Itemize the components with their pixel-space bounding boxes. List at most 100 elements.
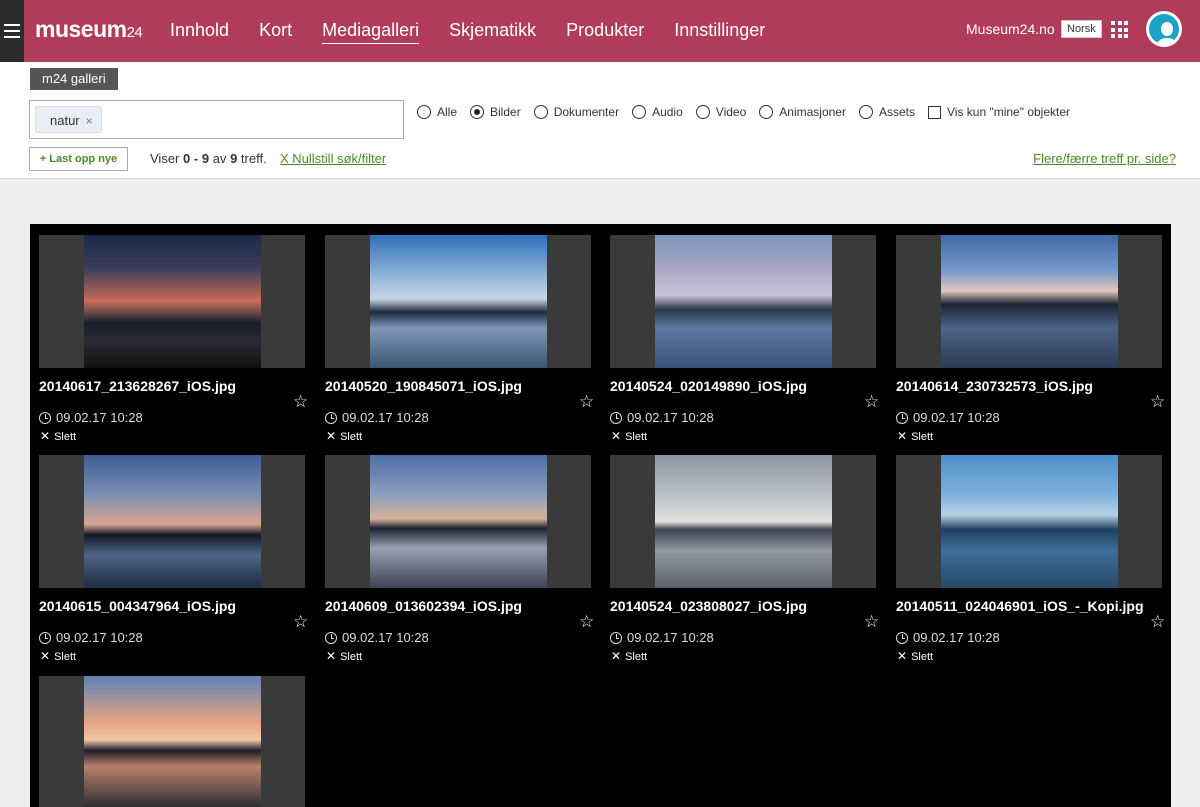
file-date: 09.02.17 10:28	[896, 630, 1000, 645]
gallery-card[interactable]	[39, 676, 305, 807]
file-name: 20140617_213628267_iOS.jpg	[39, 378, 236, 394]
media-gallery: 20140617_213628267_iOS.jpg ☆ 09.02.17 10…	[30, 224, 1171, 807]
thumbnail[interactable]	[325, 455, 591, 588]
gallery-card[interactable]: 20140524_020149890_iOS.jpg ☆ 09.02.17 10…	[610, 235, 879, 443]
gallery-card[interactable]: 20140614_230732573_iOS.jpg ☆ 09.02.17 10…	[896, 235, 1165, 443]
nav-item-kort[interactable]: Kort	[244, 0, 307, 62]
filter-dokumenter[interactable]: Dokumenter	[533, 105, 619, 119]
star-outline-icon[interactable]: ☆	[1150, 613, 1165, 630]
site-link[interactable]: Museum24.no	[966, 21, 1055, 37]
clock-icon	[39, 411, 51, 424]
nav-item-mediagalleri[interactable]: Mediagalleri	[307, 0, 434, 62]
thumbnail[interactable]	[896, 455, 1162, 588]
close-icon: ✕	[897, 429, 908, 443]
gallery-card[interactable]: 20140520_190845071_iOS.jpg ☆ 09.02.17 10…	[325, 235, 594, 443]
photo	[655, 235, 832, 368]
gallery-card[interactable]: 20140511_024046901_iOS_-_Kopi.jpg ☆ 09.0…	[896, 455, 1165, 663]
search-chip[interactable]: natur ×	[35, 106, 102, 133]
star-outline-icon[interactable]: ☆	[293, 393, 308, 410]
thumbnail[interactable]	[325, 235, 591, 368]
file-name: 20140520_190845071_iOS.jpg	[325, 378, 522, 394]
gallery-card[interactable]: 20140617_213628267_iOS.jpg ☆ 09.02.17 10…	[39, 235, 308, 443]
star-outline-icon[interactable]: ☆	[864, 613, 879, 630]
clock-icon	[896, 411, 908, 424]
filter-video[interactable]: Video	[695, 105, 746, 119]
gallery-card[interactable]: 20140609_013602394_iOS.jpg ☆ 09.02.17 10…	[325, 455, 594, 663]
thumbnail[interactable]	[610, 235, 876, 368]
thumbnail[interactable]	[39, 676, 305, 807]
photo	[84, 455, 261, 588]
gallery-tag: m24 galleri	[30, 68, 118, 90]
logo-suffix: 24	[126, 24, 143, 41]
filter-animasjoner[interactable]: Animasjoner	[759, 105, 846, 119]
filter-audio[interactable]: Audio	[632, 105, 683, 119]
clock-icon	[610, 631, 622, 644]
search-input[interactable]: natur ×	[29, 100, 404, 139]
filter-mine[interactable]: Vis kun "mine" objekter	[927, 105, 1070, 119]
filter-panel: m24 galleri natur × Alle Bilder Dokumente…	[0, 62, 1200, 179]
user-avatar[interactable]	[1146, 11, 1182, 47]
radio-icon[interactable]	[695, 105, 710, 119]
logo-text: museum	[35, 16, 127, 42]
file-name: 20140615_004347964_iOS.jpg	[39, 598, 236, 614]
thumbnail[interactable]	[39, 235, 305, 368]
file-date: 09.02.17 10:28	[39, 410, 143, 425]
delete-button[interactable]: ✕ Slett	[611, 649, 647, 663]
star-outline-icon[interactable]: ☆	[579, 393, 594, 410]
file-name: 20140524_020149890_iOS.jpg	[610, 378, 807, 394]
nav-item-produkter[interactable]: Produkter	[551, 0, 659, 62]
file-date: 09.02.17 10:28	[610, 630, 714, 645]
main-nav: Innhold Kort Mediagalleri Skjematikk Pro…	[155, 0, 780, 62]
chip-remove-icon[interactable]: ×	[86, 114, 93, 128]
menu-icon[interactable]	[0, 0, 24, 62]
close-icon: ✕	[897, 649, 908, 663]
star-outline-icon[interactable]: ☆	[1150, 393, 1165, 410]
photo	[370, 455, 547, 588]
thumbnail[interactable]	[896, 235, 1162, 368]
star-outline-icon[interactable]: ☆	[864, 393, 879, 410]
delete-button[interactable]: ✕ Slett	[40, 649, 76, 663]
clock-icon	[39, 631, 51, 644]
apps-grid-icon[interactable]	[1111, 21, 1128, 38]
photo	[370, 235, 547, 368]
photo	[84, 235, 261, 368]
star-outline-icon[interactable]: ☆	[293, 613, 308, 630]
app-logo[interactable]: museum24	[35, 16, 143, 43]
filter-assets[interactable]: Assets	[858, 105, 915, 119]
radio-selected-icon[interactable]	[470, 105, 485, 119]
star-outline-icon[interactable]: ☆	[579, 613, 594, 630]
upload-button[interactable]: + Last opp nye	[29, 147, 128, 171]
gallery-card[interactable]: 20140524_023808027_iOS.jpg ☆ 09.02.17 10…	[610, 455, 879, 663]
close-icon: ✕	[611, 429, 622, 443]
nav-item-innhold[interactable]: Innhold	[155, 0, 244, 62]
file-date: 09.02.17 10:28	[896, 410, 1000, 425]
filter-alle[interactable]: Alle	[417, 105, 457, 119]
radio-icon[interactable]	[417, 105, 431, 119]
delete-button[interactable]: ✕ Slett	[897, 429, 933, 443]
delete-button[interactable]: ✕ Slett	[611, 429, 647, 443]
delete-button[interactable]: ✕ Slett	[326, 429, 362, 443]
gallery-card[interactable]: 20140615_004347964_iOS.jpg ☆ 09.02.17 10…	[39, 455, 308, 663]
per-page-link[interactable]: Flere/færre treff pr. side?	[1033, 151, 1176, 166]
delete-button[interactable]: ✕ Slett	[326, 649, 362, 663]
file-name: 20140614_230732573_iOS.jpg	[896, 378, 1093, 394]
thumbnail[interactable]	[610, 455, 876, 588]
radio-icon[interactable]	[759, 105, 774, 119]
search-chip-label: natur	[50, 113, 80, 128]
nav-item-skjematikk[interactable]: Skjematikk	[434, 0, 551, 62]
radio-icon[interactable]	[632, 105, 647, 119]
clock-icon	[325, 411, 337, 424]
checkbox-icon[interactable]	[927, 105, 941, 119]
delete-button[interactable]: ✕ Slett	[897, 649, 933, 663]
close-icon: ✕	[326, 649, 337, 663]
radio-icon[interactable]	[533, 105, 548, 119]
file-date: 09.02.17 10:28	[325, 410, 429, 425]
thumbnail[interactable]	[39, 455, 305, 588]
delete-button[interactable]: ✕ Slett	[40, 429, 76, 443]
nav-item-innstillinger[interactable]: Innstillinger	[659, 0, 780, 62]
filter-bilder[interactable]: Bilder	[470, 105, 521, 119]
reset-filter-link[interactable]: X Nullstill søk/filter	[280, 151, 386, 166]
file-name: 20140524_023808027_iOS.jpg	[610, 598, 807, 614]
language-selector[interactable]: Norsk	[1061, 20, 1102, 38]
radio-icon[interactable]	[858, 105, 873, 119]
